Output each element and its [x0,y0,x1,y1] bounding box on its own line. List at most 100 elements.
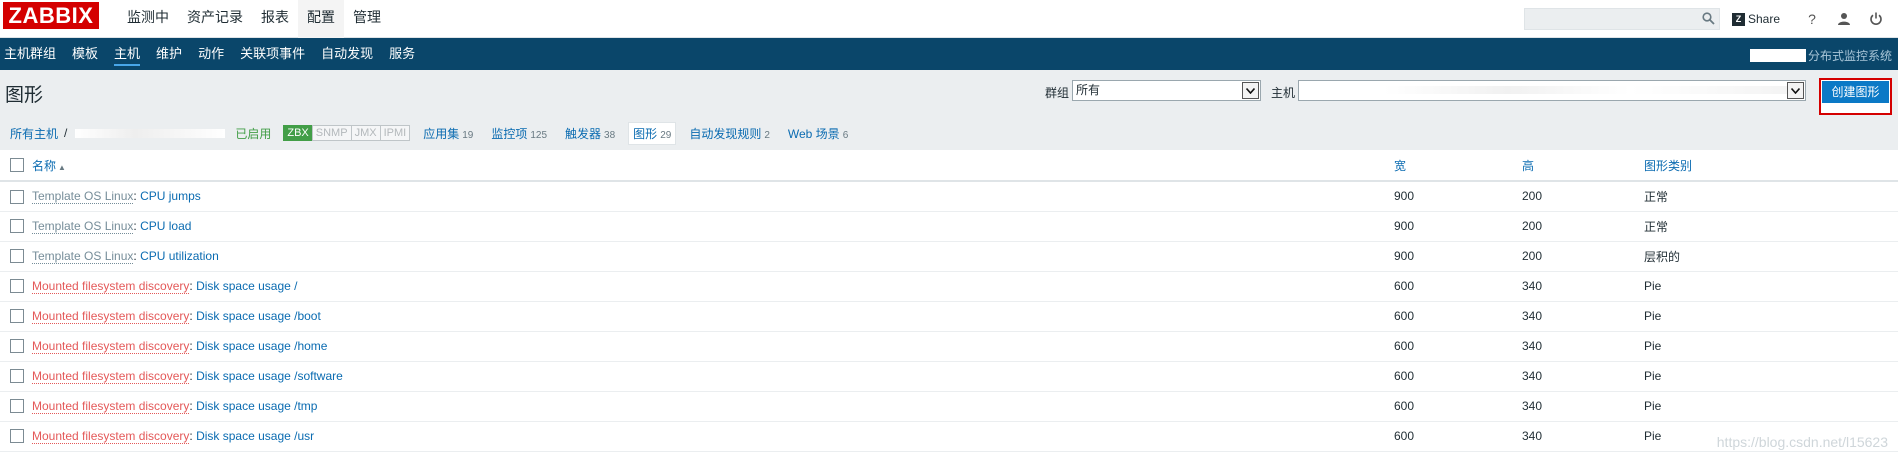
discovery-rule-link[interactable]: Mounted filesystem discovery [32,399,190,414]
group-select[interactable]: 所有 [1072,80,1261,101]
applications-link[interactable]: 应用集 19 [423,125,473,142]
create-graph-button[interactable]: 创建图形 [1822,81,1889,103]
discovery-rule-link[interactable]: Mounted filesystem discovery [32,309,190,324]
subnav-services[interactable]: 服务 [381,38,423,70]
sub-navigation: 主机群组 模板 主机 维护 动作 关联项事件 自动发现 服务 分布式监控系统 [0,38,1898,70]
column-graph-type[interactable]: 图形类别 [1644,150,1898,182]
row-checkbox[interactable] [10,279,24,294]
discovery-rule-link[interactable]: Mounted filesystem discovery [32,339,190,354]
row-select-cell [0,421,32,452]
template-link[interactable]: Template OS Linux [32,189,134,205]
graph-link[interactable]: Disk space usage /boot [196,309,321,323]
graph-name-cell: Mounted filesystem discovery: Disk space… [32,301,1394,332]
template-link[interactable]: Template OS Linux [32,249,134,264]
graph-link[interactable]: Disk space usage /software [196,369,343,383]
zabbix-logo[interactable]: ZABBIX [3,2,99,29]
template-link[interactable]: Template OS Linux [32,219,134,234]
row-checkbox[interactable] [10,189,24,204]
graph-name-cell: Mounted filesystem discovery: Disk space… [32,421,1394,452]
discovery-rule-link[interactable]: Mounted filesystem discovery [32,429,190,444]
help-icon[interactable]: ? [1798,5,1826,33]
graph-type-cell: Pie [1644,271,1898,302]
link-count: 6 [842,129,849,141]
subnav-event-correlation[interactable]: 关联项事件 [232,38,313,70]
redacted-host-value [1384,86,1794,94]
row-checkbox[interactable] [10,399,24,414]
graph-link[interactable]: CPU utilization [140,249,219,263]
power-icon[interactable] [1862,5,1890,33]
search-icon[interactable] [1702,12,1715,28]
graph-link[interactable]: Disk space usage / [196,279,297,293]
width-cell: 600 [1394,361,1522,392]
row-checkbox[interactable] [10,309,24,324]
share-button[interactable]: Z Share [1731,12,1780,26]
triggers-link[interactable]: 触发器 38 [565,125,615,142]
column-height[interactable]: 高 [1522,150,1644,182]
column-name-label: 名称 [32,158,57,173]
subnav-hosts[interactable]: 主机 [106,38,148,70]
row-select-cell [0,211,32,242]
link-label: 触发器 [565,126,602,141]
link-count: 38 [604,129,616,141]
link-count: 19 [462,129,474,141]
table-row: Mounted filesystem discovery: Disk space… [0,361,1898,392]
row-select-cell [0,361,32,392]
subnav-maintenance[interactable]: 维护 [148,38,190,70]
graph-link[interactable]: Disk space usage /usr [196,429,314,443]
graph-link[interactable]: CPU load [140,219,191,233]
system-name-label: 分布式监控系统 [1807,49,1892,63]
subnav-host-groups[interactable]: 主机群组 [0,38,64,70]
width-cell: 600 [1394,301,1522,332]
row-checkbox[interactable] [10,369,24,384]
subnav-templates[interactable]: 模板 [64,38,106,70]
main-menu: 监测中 资产记录 报表 配置 管理 [118,0,390,38]
search-input[interactable] [1524,9,1695,29]
graph-name-cell: Template OS Linux: CPU load [32,211,1394,242]
row-checkbox[interactable] [10,339,24,354]
graphs-table: 名称 ▲ 宽 高 图形类别 Template OS Linux: CPU jump… [0,150,1898,452]
graph-name-cell: Template OS Linux: CPU jumps [32,181,1394,212]
items-link[interactable]: 监控项 125 [491,125,547,142]
host-filter-label: 主机 [1271,86,1296,100]
row-select-cell [0,301,32,332]
graph-link[interactable]: CPU jumps [140,189,201,203]
subnav-actions[interactable]: 动作 [190,38,232,70]
select-all-cell [0,150,32,182]
user-icon[interactable] [1830,5,1858,33]
graph-link[interactable]: Disk space usage /home [196,339,327,353]
host-status[interactable]: 已启用 [235,125,271,142]
discovery-rules-link[interactable]: 自动发现规则 2 [689,125,770,142]
all-hosts-link[interactable]: 所有主机 [10,125,58,142]
row-checkbox[interactable] [10,219,24,234]
column-width[interactable]: 宽 [1394,150,1522,182]
width-cell: 600 [1394,271,1522,302]
host-navigation: 所有主机 / 已启用 ZBX SNMP JMX IPMI 应用集 19 监控项 12… [0,116,1898,150]
host-select[interactable] [1298,80,1806,101]
table-row: Mounted filesystem discovery: Disk space… [0,421,1898,452]
discovery-rule-link[interactable]: Mounted filesystem discovery [32,279,190,294]
discovery-rule-link[interactable]: Mounted filesystem discovery [32,369,190,384]
width-cell: 900 [1394,241,1522,272]
height-cell: 340 [1522,361,1644,392]
select-all-checkbox[interactable] [10,158,24,173]
menu-reports[interactable]: 报表 [252,0,298,38]
graph-link[interactable]: Disk space usage /tmp [196,399,317,413]
redacted-host-name [75,128,226,138]
graph-name-cell: Mounted filesystem discovery: Disk space… [32,361,1394,392]
column-name[interactable]: 名称 ▲ [32,150,1394,182]
web-scenarios-link[interactable]: Web 场景 6 [788,125,848,142]
table-row: Mounted filesystem discovery: Disk space… [0,391,1898,422]
menu-monitoring[interactable]: 监测中 [118,0,178,38]
menu-configuration[interactable]: 配置 [298,0,344,38]
height-cell: 340 [1522,331,1644,362]
graphs-link[interactable]: 图形 29 [628,121,677,145]
group-filter-label: 群组 [1045,86,1070,100]
page-header: 图形 群组 所有 主机 创建图形 [0,70,1898,116]
system-name: 分布式监控系统 [1749,47,1892,64]
chevron-down-icon [1242,82,1259,99]
menu-inventory[interactable]: 资产记录 [178,0,252,38]
subnav-discovery[interactable]: 自动发现 [313,38,381,70]
row-checkbox[interactable] [10,429,24,444]
menu-administration[interactable]: 管理 [344,0,390,38]
row-checkbox[interactable] [10,249,24,264]
